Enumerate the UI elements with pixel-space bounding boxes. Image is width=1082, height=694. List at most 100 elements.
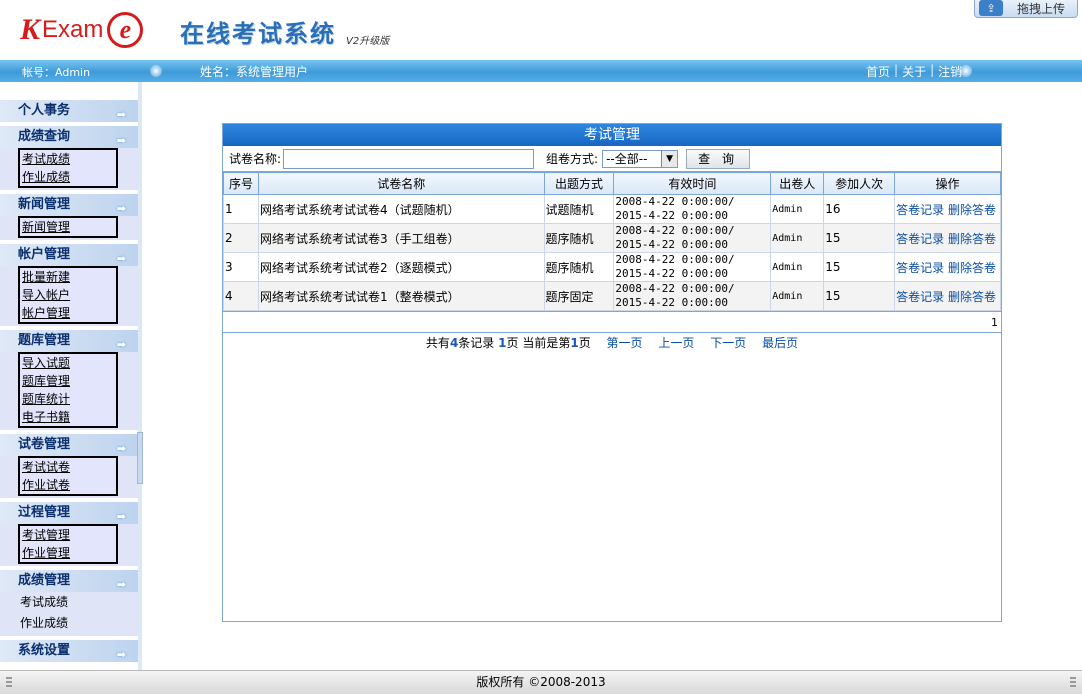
menu-head-score-manage[interactable]: 成绩管理 ➡	[0, 570, 138, 592]
table-row: 2 网络考试系统考试试卷3（手工组卷） 题序随机 2008-4-22 0:00:…	[223, 223, 1001, 253]
last-page-link[interactable]: 最后页	[762, 336, 798, 350]
system-version: V2升级版	[346, 36, 390, 47]
footer: 版权所有 ©2008-2013	[0, 670, 1082, 694]
time-end: 2015-4-22 0:00:00	[615, 296, 729, 309]
time-end: 2015-4-22 0:00:00	[615, 238, 729, 251]
arrow-right-icon: ➡	[116, 202, 126, 215]
menu-head-label: 试卷管理	[18, 437, 71, 452]
cell-count: 16	[823, 194, 896, 224]
logo-exam: Exam	[42, 16, 104, 43]
paper-name-input[interactable]	[283, 148, 535, 169]
sidebar-item-import-questions[interactable]: 导入试题	[20, 354, 116, 372]
sidebar-item-homework-manage[interactable]: 作业管理	[20, 544, 116, 562]
answer-records-link[interactable]: 答卷记录	[896, 290, 944, 304]
logo-k: K	[20, 13, 41, 46]
table-row: 1 网络考试系统考试试卷4（试题随机） 试题随机 2008-4-22 0:00:…	[223, 194, 1001, 224]
pager-pages-suffix: 页 当前是第	[506, 336, 571, 350]
menu-head-news[interactable]: 新闻管理 ➡	[0, 194, 138, 216]
sidebar-item-bank-manage[interactable]: 题库管理	[20, 372, 116, 390]
prev-page-link[interactable]: 上一页	[658, 336, 694, 350]
sidebar-item-exam-manage[interactable]: 考试管理	[20, 526, 116, 544]
delete-answers-link[interactable]: 删除答卷	[948, 261, 996, 275]
delete-answers-link[interactable]: 删除答卷	[948, 203, 996, 217]
cell-author: Admin	[770, 223, 825, 253]
sidebar-item-homework-score[interactable]: 作业成绩	[20, 168, 116, 186]
answer-records-link[interactable]: 答卷记录	[896, 232, 944, 246]
menu-head-question-bank[interactable]: 题库管理 ➡	[0, 330, 138, 352]
mode-label: 组卷方式:	[546, 152, 599, 166]
answer-records-link[interactable]: 答卷记录	[896, 203, 944, 217]
cell-count: 15	[823, 223, 896, 253]
menu-head-papers[interactable]: 试卷管理 ➡	[0, 434, 138, 456]
col-mode: 出题方式	[543, 172, 615, 195]
menu-head-label: 系统设置	[18, 643, 71, 658]
cell-time: 2008-4-22 0:00:00/2015-4-22 0:00:00	[613, 281, 772, 311]
cell-mode: 题序随机	[543, 252, 615, 282]
menu-head-process[interactable]: 过程管理 ➡	[0, 502, 138, 524]
kexam-logo: K Exam e	[20, 10, 144, 50]
sidebar-item-account-manage[interactable]: 帐户管理	[20, 304, 116, 322]
sidebar-item-exam-score[interactable]: 考试成绩	[20, 150, 116, 168]
menu-head-label: 成绩管理	[18, 573, 71, 588]
table-row: 3 网络考试系统考试试卷2（逐题模式） 题序随机 2008-4-22 0:00:…	[223, 252, 1001, 282]
sidebar-item-manage-homework-score[interactable]: 作业成绩	[18, 613, 118, 634]
cell-author: Admin	[770, 194, 825, 224]
nav-about-link[interactable]: 关于	[902, 63, 926, 80]
cell-ops: 答卷记录 删除答卷	[894, 252, 1001, 282]
cloud-upload-icon: ⇪	[979, 0, 1003, 16]
pager-current: 1	[570, 336, 579, 350]
sidebar-item-bank-stats[interactable]: 题库统计	[20, 390, 116, 408]
menu-body-process: 考试管理 作业管理	[0, 524, 138, 566]
drag-upload-button[interactable]: ⇪ 拖拽上传	[974, 0, 1078, 18]
pager-prefix: 共有	[425, 336, 450, 350]
menu-head-personal[interactable]: 个人事务 ➡	[0, 100, 138, 122]
page-index-row[interactable]: 1	[223, 311, 1001, 333]
sidebar-item-homework-papers[interactable]: 作业试卷	[20, 476, 116, 494]
cell-name: 网络考试系统考试试卷3（手工组卷）	[257, 223, 545, 253]
menu-head-account[interactable]: 帐户管理 ➡	[0, 244, 138, 266]
cell-no: 1	[223, 194, 259, 224]
sidebar-item-news-manage[interactable]: 新闻管理	[20, 218, 116, 236]
nav-logout-link[interactable]: 注销	[938, 63, 962, 80]
query-button[interactable]: 查 询	[686, 148, 751, 169]
pager-pages: 1	[498, 336, 507, 350]
menu-head-score-query[interactable]: 成绩查询 ➡	[0, 126, 138, 148]
app-header: K Exam e 在线考试系统 V2升级版 ⇪ 拖拽上传	[0, 0, 1082, 60]
menu-head-label: 新闻管理	[18, 197, 71, 212]
menu-body-score-manage: 考试成绩 作业成绩	[0, 592, 138, 636]
sidebar-item-exam-papers[interactable]: 考试试卷	[20, 458, 116, 476]
system-title: 在线考试系统	[180, 20, 336, 48]
nav-links: 首页 | 关于 | 注销	[866, 63, 962, 80]
sidebar-item-batch-create[interactable]: 批量新建	[20, 268, 116, 286]
delete-answers-link[interactable]: 删除答卷	[948, 232, 996, 246]
sidebar-item-ebooks[interactable]: 电子书籍	[20, 408, 116, 426]
exam-table: 序号 试卷名称 出题方式 有效时间 出卷人 参加人次 操作 1 网络考试系统考试…	[223, 172, 1001, 311]
chevron-down-icon[interactable]: ▼	[661, 150, 678, 167]
mode-select[interactable]: --全部-- ▼	[602, 149, 679, 168]
cell-name: 网络考试系统考试试卷1（整卷模式）	[257, 281, 545, 311]
sidebar-splitter	[138, 82, 142, 670]
grip-icon	[6, 677, 12, 689]
answer-records-link[interactable]: 答卷记录	[896, 261, 944, 275]
sidebar-item-import-account[interactable]: 导入帐户	[20, 286, 116, 304]
panel-title: 考试管理	[223, 124, 1001, 146]
delete-answers-link[interactable]: 删除答卷	[948, 290, 996, 304]
cell-name: 网络考试系统考试试卷4（试题随机）	[257, 194, 545, 224]
time-start: 2008-4-22 0:00:00/	[615, 282, 735, 295]
time-start: 2008-4-22 0:00:00/	[615, 224, 735, 237]
cell-author: Admin	[770, 252, 825, 282]
time-start: 2008-4-22 0:00:00/	[615, 253, 735, 266]
pagination: 共有4条记录 1页 当前是第1页 第一页 上一页 下一页 最后页	[223, 334, 1001, 352]
cell-count: 15	[823, 252, 896, 282]
col-ops: 操作	[894, 172, 1001, 195]
next-page-link[interactable]: 下一页	[710, 336, 746, 350]
menu-head-settings[interactable]: 系统设置 ➡	[0, 640, 138, 662]
menu-body-score-query: 考试成绩 作业成绩	[0, 148, 138, 190]
sidebar-item-manage-exam-score[interactable]: 考试成绩	[18, 592, 118, 613]
sidebar-collapse-toggle[interactable]	[137, 432, 143, 484]
first-page-link[interactable]: 第一页	[607, 336, 643, 350]
cell-time: 2008-4-22 0:00:00/2015-4-22 0:00:00	[613, 252, 772, 282]
arrow-right-icon: ➡	[116, 252, 126, 265]
menu-head-label: 个人事务	[18, 103, 71, 118]
nav-home-link[interactable]: 首页	[866, 63, 890, 80]
